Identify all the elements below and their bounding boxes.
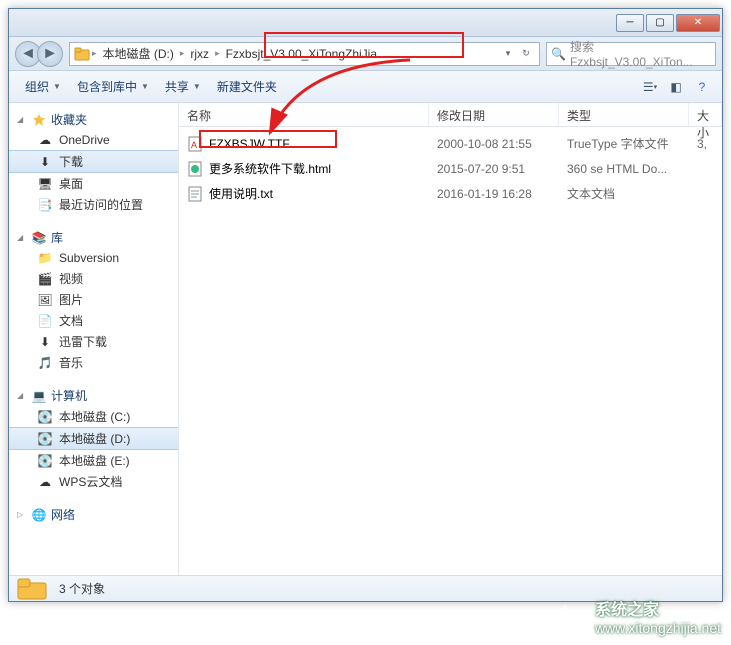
cloud-icon: ☁: [37, 132, 53, 148]
video-icon: 🎬: [37, 271, 53, 287]
breadcrumb-item[interactable]: 本地磁盘 (D:): [99, 45, 178, 62]
expand-icon: ▷: [17, 510, 27, 519]
nav-network-header[interactable]: ▷ 🌐 网络: [9, 504, 178, 525]
html-file-icon: [187, 161, 203, 177]
nav-computer-header[interactable]: ◢ 💻 计算机: [9, 385, 178, 406]
collapse-icon: ◢: [17, 391, 27, 400]
close-button[interactable]: ✕: [676, 14, 720, 32]
breadcrumb-item[interactable]: Fzxbsjt_V3.00_XiTongZhiJia: [222, 47, 381, 61]
column-name[interactable]: 名称: [179, 103, 429, 126]
navigation-pane[interactable]: ◢ 收藏夹 ☁OneDrive ⬇下载 🖥桌面 📑最近访问的位置 ◢ 📚 库 📁…: [9, 103, 179, 575]
view-options-button[interactable]: ☰▾: [638, 76, 662, 98]
column-date[interactable]: 修改日期: [429, 103, 559, 126]
nav-libraries-header[interactable]: ◢ 📚 库: [9, 227, 178, 248]
file-row[interactable]: 使用说明.txt 2016-01-19 16:28 文本文档: [179, 181, 722, 206]
folder-icon: [17, 577, 49, 601]
font-file-icon: A: [187, 136, 203, 152]
nav-item-videos[interactable]: 🎬视频: [9, 268, 178, 289]
download-icon: ⬇: [37, 154, 53, 170]
chevron-right-icon: ▸: [178, 48, 187, 59]
watermark-url: www.xitongzhijia.net: [595, 620, 721, 637]
desktop-icon: 🖥: [37, 176, 53, 192]
library-icon: 📚: [31, 230, 47, 246]
search-placeholder: 搜索 Fzxbsjt_V3.00_XiTon...: [570, 38, 711, 69]
music-icon: 🎵: [37, 355, 53, 371]
refresh-button[interactable]: ↻: [517, 48, 535, 59]
search-icon: 🔍: [551, 47, 566, 61]
nav-item-documents[interactable]: 📄文档: [9, 310, 178, 331]
file-row[interactable]: AFZXBSJW.TTF 2000-10-08 21:55 TrueType 字…: [179, 131, 722, 156]
document-icon: 📄: [37, 313, 53, 329]
nav-item-drive-e[interactable]: 💽本地磁盘 (E:): [9, 450, 178, 471]
nav-forward-button[interactable]: ►: [37, 41, 63, 67]
breadcrumb-item[interactable]: rjxz: [186, 47, 213, 61]
svg-text:A: A: [191, 140, 197, 150]
nav-item-pictures[interactable]: 🖼图片: [9, 289, 178, 310]
star-icon: [31, 112, 47, 128]
network-icon: 🌐: [31, 507, 47, 523]
drive-icon: 💽: [37, 409, 53, 425]
recent-icon: 📑: [37, 197, 53, 213]
toolbar: 组织▼ 包含到库中▼ 共享▼ 新建文件夹 ☰▾ ◧ ?: [9, 71, 722, 103]
file-row[interactable]: 更多系统软件下载.html 2015-07-20 9:51 360 se HTM…: [179, 156, 722, 181]
nav-item-xunlei[interactable]: ⬇迅雷下载: [9, 331, 178, 352]
nav-item-recent[interactable]: 📑最近访问的位置: [9, 194, 178, 215]
column-type[interactable]: 类型: [559, 103, 689, 126]
share-menu[interactable]: 共享▼: [157, 71, 209, 102]
watermark-logo-icon: [543, 599, 587, 639]
picture-icon: 🖼: [37, 292, 53, 308]
chevron-right-icon: ▸: [213, 48, 222, 59]
address-bar: ◄ ► ▸ 本地磁盘 (D:) ▸ rjxz ▸ Fzxbsjt_V3.00_X…: [9, 37, 722, 71]
minimize-button[interactable]: ─: [616, 14, 644, 32]
address-history-dropdown[interactable]: ▾: [499, 48, 517, 59]
drive-icon: 💽: [37, 453, 53, 469]
collapse-icon: ◢: [17, 233, 27, 242]
folder-icon: [74, 46, 90, 62]
status-bar: 3 个对象: [9, 575, 722, 601]
nav-item-desktop[interactable]: 🖥桌面: [9, 173, 178, 194]
object-count: 3 个对象: [59, 580, 105, 597]
watermark: 系统之家 www.xitongzhijia.net: [543, 599, 721, 639]
watermark-title: 系统之家: [595, 601, 721, 620]
include-library-menu[interactable]: 包含到库中▼: [69, 71, 157, 102]
nav-item-music[interactable]: 🎵音乐: [9, 352, 178, 373]
titlebar: ─ ▢ ✕: [9, 9, 722, 37]
nav-item-subversion[interactable]: 📁Subversion: [9, 248, 178, 268]
nav-item-drive-c[interactable]: 💽本地磁盘 (C:): [9, 406, 178, 427]
nav-favorites-header[interactable]: ◢ 收藏夹: [9, 109, 178, 130]
computer-icon: 💻: [31, 388, 47, 404]
column-size[interactable]: 大小: [689, 103, 722, 126]
folder-icon: 📁: [37, 250, 53, 266]
drive-icon: 💽: [37, 431, 53, 447]
organize-menu[interactable]: 组织▼: [17, 71, 69, 102]
chevron-right-icon: ▸: [90, 48, 99, 59]
nav-item-downloads[interactable]: ⬇下载: [9, 150, 178, 173]
preview-pane-button[interactable]: ◧: [664, 76, 688, 98]
download-icon: ⬇: [37, 334, 53, 350]
nav-item-drive-d[interactable]: 💽本地磁盘 (D:): [9, 427, 178, 450]
file-list-pane: 名称 修改日期 类型 大小 AFZXBSJW.TTF 2000-10-08 21…: [179, 103, 722, 575]
search-input[interactable]: 🔍 搜索 Fzxbsjt_V3.00_XiTon...: [546, 42, 716, 66]
collapse-icon: ◢: [17, 115, 27, 124]
address-box[interactable]: ▸ 本地磁盘 (D:) ▸ rjxz ▸ Fzxbsjt_V3.00_XiTon…: [69, 42, 540, 66]
new-folder-button[interactable]: 新建文件夹: [209, 71, 285, 102]
maximize-button[interactable]: ▢: [646, 14, 674, 32]
help-button[interactable]: ?: [690, 76, 714, 98]
nav-item-wps-cloud[interactable]: ☁WPS云文档: [9, 471, 178, 492]
text-file-icon: [187, 186, 203, 202]
column-headers: 名称 修改日期 类型 大小: [179, 103, 722, 127]
nav-item-onedrive[interactable]: ☁OneDrive: [9, 130, 178, 150]
cloud-icon: ☁: [37, 474, 53, 490]
